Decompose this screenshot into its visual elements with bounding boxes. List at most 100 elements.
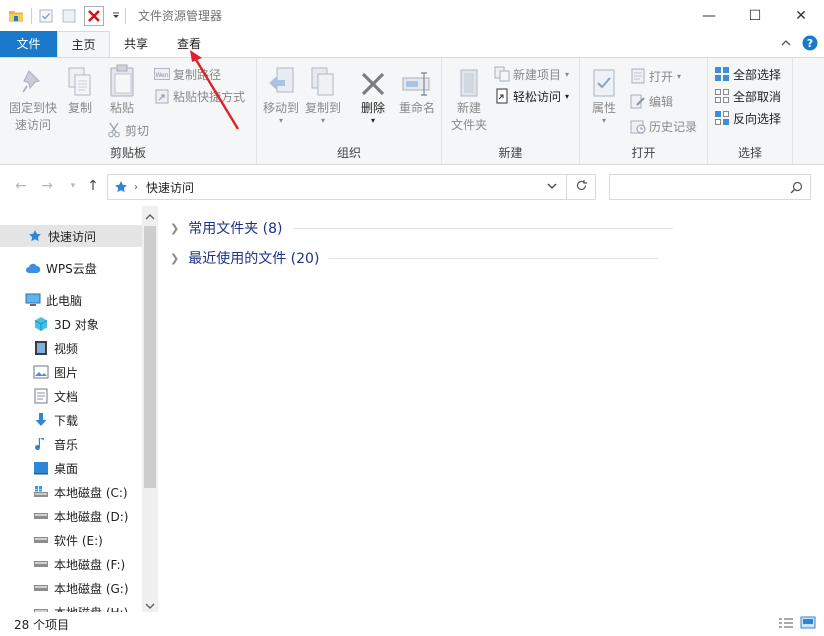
nav-item-documents[interactable]: 文档 <box>0 385 142 407</box>
expand-chevron-icon[interactable]: ❯ <box>170 222 179 235</box>
copy-to-dropdown-chevron-icon: ▾ <box>320 116 325 125</box>
copy-icon <box>62 64 98 98</box>
new-item-dropdown-chevron-icon: ▾ <box>565 69 570 79</box>
move-to-dropdown-chevron-icon: ▾ <box>278 116 283 125</box>
select-group-label: 选择 <box>737 146 762 160</box>
status-bar: 28 个项目 <box>0 612 824 636</box>
select-all-label: 全部选择 <box>733 67 782 82</box>
organize-group-label: 组织 <box>336 146 361 160</box>
search-input[interactable] <box>609 174 811 200</box>
title-bar: 文件资源管理器 — ☐ ✕ <box>0 0 824 31</box>
pin-quick-access-label-line2: 速访问 <box>14 118 51 132</box>
new-folder-label-line2: 文件夹 <box>450 118 487 132</box>
scissors-icon <box>106 122 122 138</box>
paste-shortcut-button[interactable]: 粘贴快捷方式 <box>154 86 245 106</box>
new-item-button[interactable]: 新建项目 ▾ <box>494 64 569 84</box>
back-button[interactable]: ← <box>12 176 30 196</box>
nav-item-this-pc[interactable]: 此电脑 <box>0 289 142 311</box>
up-button[interactable]: ↑ <box>84 176 102 196</box>
close-icon: ✕ <box>795 7 807 24</box>
refresh-button[interactable] <box>567 174 596 200</box>
group-header-recent-files[interactable]: ❯ 最近使用的文件 (20) <box>170 246 660 270</box>
nav-item-desktop[interactable]: 桌面 <box>0 457 142 479</box>
scroll-up-arrow-icon[interactable] <box>145 210 155 224</box>
expand-chevron-icon[interactable]: ❯ <box>170 252 179 265</box>
nav-pane-scroll-thumb[interactable] <box>144 226 156 488</box>
arrow-right-icon: → <box>41 178 53 194</box>
copy-path-button[interactable]: Wen 复制路径 <box>154 64 221 84</box>
svg-text:?: ? <box>807 37 813 50</box>
nav-item-music[interactable]: 音乐 <box>0 433 142 455</box>
address-dropdown-chevron-icon[interactable] <box>546 180 558 195</box>
forward-button[interactable]: → <box>38 176 56 196</box>
large-icons-view-icon[interactable] <box>800 616 816 633</box>
copy-path-label: 复制路径 <box>173 67 222 82</box>
nav-item-wps-cloud[interactable]: WPS云盘 <box>0 257 142 279</box>
pin-icon <box>6 64 60 98</box>
address-bar[interactable]: › 快速访问 <box>107 174 567 200</box>
properties-quick-icon[interactable] <box>38 8 54 24</box>
open-group-label: 打开 <box>631 146 656 160</box>
paste-button[interactable]: 粘贴 <box>102 64 142 117</box>
paste-icon <box>102 64 142 98</box>
new-folder-button[interactable]: 新建 文件夹 <box>446 64 492 134</box>
quick-access-star-icon <box>114 180 128 194</box>
properties-button[interactable]: 属性 ▾ <box>586 64 622 125</box>
group-divider <box>329 257 660 259</box>
organize-group: 移动到 ▾ 复制到 ▾ 删除 ▾ 重命名 组织 <box>257 58 442 164</box>
nav-item-3d-objects[interactable]: 3D 对象 <box>0 313 142 335</box>
drive-icon <box>33 604 49 612</box>
nav-item-downloads[interactable]: 下载 <box>0 409 142 431</box>
tab-file[interactable]: 文件 <box>0 31 57 57</box>
nav-item-drive-e[interactable]: 软件 (E:) <box>0 529 142 551</box>
copy-button[interactable]: 复制 <box>62 64 98 117</box>
maximize-button[interactable]: ☐ <box>732 0 778 31</box>
nav-item-drive-c[interactable]: 本地磁盘 (C:) <box>0 481 142 503</box>
move-to-button[interactable]: 移动到 ▾ <box>261 64 301 125</box>
scroll-down-arrow-icon[interactable] <box>145 599 155 612</box>
minimize-ribbon-button[interactable] <box>780 31 792 57</box>
rename-button[interactable]: 重命名 <box>395 64 439 117</box>
address-path[interactable]: 快速访问 <box>146 179 194 196</box>
open-dropdown-chevron-icon: ▾ <box>677 71 682 81</box>
easy-access-button[interactable]: 轻松访问 ▾ <box>494 86 569 106</box>
cut-button[interactable]: 剪切 <box>106 120 149 140</box>
nav-item-drive-h[interactable]: 本地磁盘 (H:) <box>0 601 142 612</box>
cloud-icon <box>25 260 41 276</box>
nav-pane-scrollbar[interactable] <box>142 206 158 612</box>
video-icon <box>33 340 49 356</box>
select-all-button[interactable]: 全部选择 <box>714 64 781 84</box>
tab-home[interactable]: 主页 <box>57 31 110 58</box>
nav-item-drive-d[interactable]: 本地磁盘 (D:) <box>0 505 142 527</box>
drive-icon <box>33 508 49 524</box>
tab-share[interactable]: 共享 <box>112 31 160 57</box>
invert-selection-button[interactable]: 反向选择 <box>714 108 781 128</box>
open-button[interactable]: 打开 ▾ <box>630 66 681 86</box>
edit-button[interactable]: 编辑 <box>630 91 673 111</box>
nav-item-drive-f[interactable]: 本地磁盘 (F:) <box>0 553 142 575</box>
group-header-frequent-folders[interactable]: ❯ 常用文件夹 (8) <box>170 216 673 240</box>
history-button[interactable]: 历史记录 <box>630 116 697 136</box>
recent-locations-button[interactable]: ▾ <box>64 176 82 196</box>
nav-item-videos[interactable]: 视频 <box>0 337 142 359</box>
new-folder-icon <box>446 64 492 98</box>
arrow-up-icon: ↑ <box>87 178 99 194</box>
pin-quick-access-button[interactable]: 固定到快 速访问 <box>6 64 60 134</box>
folder-app-icon <box>8 8 24 24</box>
close-button[interactable]: ✕ <box>778 0 824 31</box>
select-none-button[interactable]: 全部取消 <box>714 86 781 106</box>
copy-to-button[interactable]: 复制到 ▾ <box>303 64 343 125</box>
new-folder-quick-icon[interactable] <box>61 8 77 24</box>
delete-label: 删除 <box>360 101 385 115</box>
delete-quick-icon[interactable] <box>84 5 104 26</box>
customize-toolbar-chevron-icon[interactable] <box>111 8 121 24</box>
minimize-button[interactable]: — <box>686 0 732 31</box>
nav-item-quick-access[interactable]: 快速访问 <box>0 225 142 247</box>
tab-view[interactable]: 查看 <box>164 31 214 57</box>
nav-item-drive-g[interactable]: 本地磁盘 (G:) <box>0 577 142 599</box>
nav-item-pictures[interactable]: 图片 <box>0 361 142 383</box>
delete-button[interactable]: 删除 ▾ <box>355 64 391 125</box>
properties-label: 属性 <box>591 101 616 115</box>
help-button[interactable]: ? <box>802 31 818 57</box>
details-view-icon[interactable] <box>778 617 794 634</box>
